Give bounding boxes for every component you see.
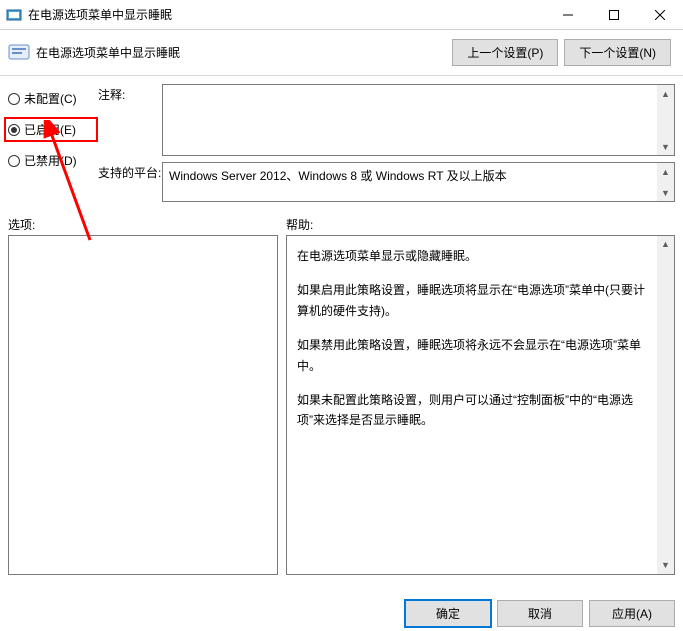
- policy-icon: [8, 42, 30, 64]
- radio-label: 已启用(E): [24, 121, 76, 138]
- scroll-up-icon: ▲: [657, 85, 674, 102]
- maximize-button[interactable]: [591, 0, 637, 30]
- comment-textarea[interactable]: ▲ ▼: [162, 84, 675, 156]
- scroll-down-icon: ▼: [657, 557, 674, 574]
- scroll-down-icon: ▼: [657, 138, 674, 155]
- cancel-button[interactable]: 取消: [497, 600, 583, 627]
- scrollbar-vertical[interactable]: ▲ ▼: [657, 236, 674, 574]
- radio-icon: [8, 93, 20, 105]
- scroll-up-icon: ▲: [657, 236, 674, 253]
- radio-label: 未配置(C): [24, 90, 77, 107]
- radio-disabled[interactable]: 已禁用(D): [8, 152, 98, 169]
- radio-icon: [8, 124, 20, 136]
- options-label: 选项:: [8, 216, 286, 233]
- prev-setting-button[interactable]: 上一个设置(P): [452, 39, 558, 66]
- radio-label: 已禁用(D): [24, 152, 77, 169]
- next-setting-button[interactable]: 下一个设置(N): [564, 39, 671, 66]
- minimize-button[interactable]: [545, 0, 591, 30]
- help-paragraph: 如果未配置此策略设置，则用户可以通过“控制面板”中的“电源选项”来选择是否显示睡…: [297, 390, 652, 431]
- comment-label: 注释:: [98, 84, 162, 156]
- help-paragraph: 在电源选项菜单显示或隐藏睡眠。: [297, 246, 652, 266]
- options-panel: [8, 235, 278, 575]
- apply-button[interactable]: 应用(A): [589, 600, 675, 627]
- help-paragraph: 如果启用此策略设置，睡眠选项将显示在“电源选项”菜单中(只要计算机的硬件支持)。: [297, 280, 652, 321]
- help-panel: 在电源选项菜单显示或隐藏睡眠。 如果启用此策略设置，睡眠选项将显示在“电源选项”…: [286, 235, 675, 575]
- radio-icon: [8, 155, 20, 167]
- sub-header: 在电源选项菜单中显示睡眠 上一个设置(P) 下一个设置(N): [0, 30, 683, 76]
- help-label: 帮助:: [286, 216, 313, 233]
- platform-box: Windows Server 2012、Windows 8 或 Windows …: [162, 162, 675, 202]
- scroll-up-icon: ▲: [657, 163, 674, 180]
- platform-text: Windows Server 2012、Windows 8 或 Windows …: [169, 169, 507, 183]
- dialog-button-bar: 确定 取消 应用(A): [405, 600, 675, 627]
- radio-group: 未配置(C) 已启用(E) 已禁用(D): [8, 84, 98, 208]
- window-controls: [545, 0, 683, 29]
- help-paragraph: 如果禁用此策略设置，睡眠选项将永远不会显示在“电源选项”菜单中。: [297, 335, 652, 376]
- window-title: 在电源选项菜单中显示睡眠: [28, 6, 545, 23]
- scrollbar-vertical[interactable]: ▲ ▼: [657, 163, 674, 201]
- scrollbar-vertical[interactable]: ▲ ▼: [657, 85, 674, 155]
- platform-label: 支持的平台:: [98, 162, 162, 202]
- radio-enabled[interactable]: 已启用(E): [4, 117, 98, 142]
- ok-button[interactable]: 确定: [405, 600, 491, 627]
- close-button[interactable]: [637, 0, 683, 30]
- policy-title: 在电源选项菜单中显示睡眠: [36, 44, 452, 61]
- title-bar: 在电源选项菜单中显示睡眠: [0, 0, 683, 30]
- scroll-down-icon: ▼: [657, 184, 674, 201]
- radio-not-configured[interactable]: 未配置(C): [8, 90, 98, 107]
- app-icon: [6, 7, 22, 23]
